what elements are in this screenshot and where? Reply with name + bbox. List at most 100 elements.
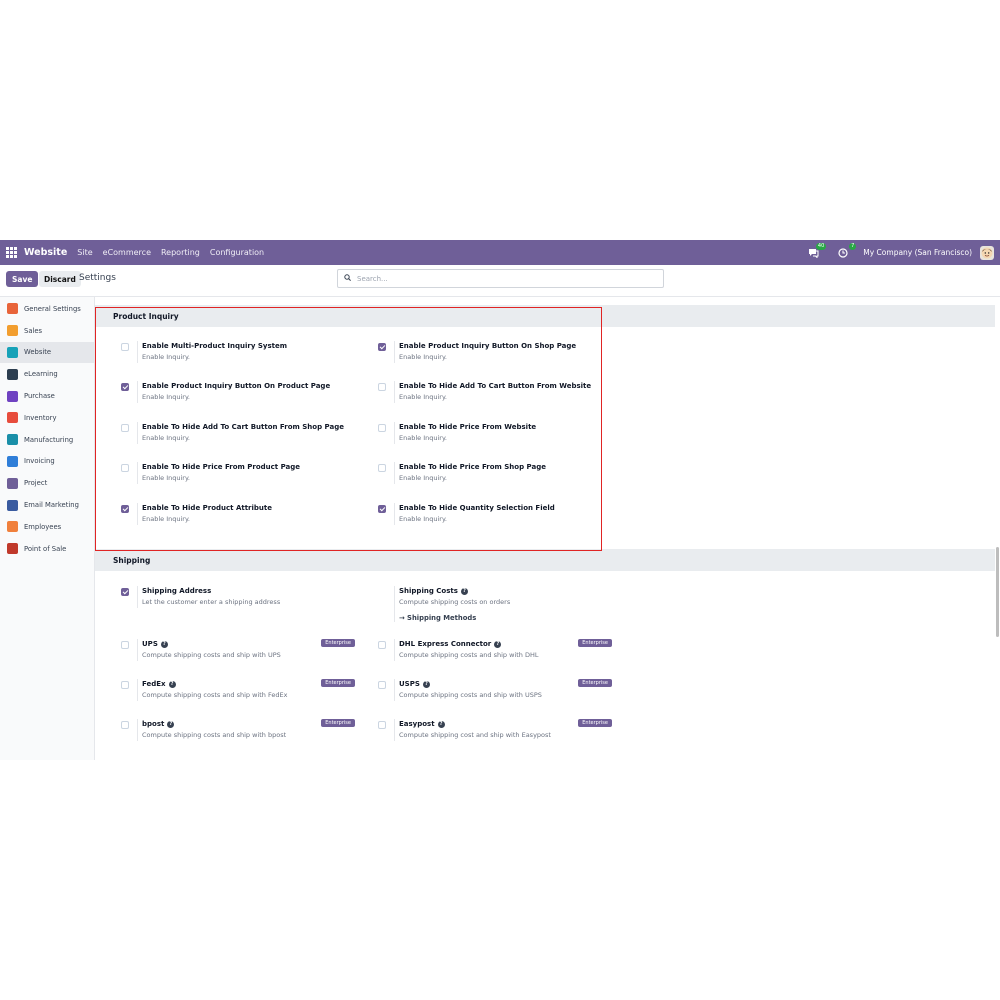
shipping-methods-link[interactable]: → Shipping Methods: [399, 614, 619, 622]
sidebar-item-email-marketing[interactable]: Email Marketing: [0, 494, 94, 516]
sidebar-item-label: Email Marketing: [24, 501, 79, 510]
manufacturing-app-icon: [7, 434, 18, 446]
setting-checkbox[interactable]: [378, 343, 386, 351]
setting-description: Compute shipping costs and ship with UPS: [142, 651, 281, 659]
help-icon[interactable]: ?: [494, 640, 502, 648]
apps-grid-icon[interactable]: [6, 246, 18, 259]
setting-checkbox[interactable]: [121, 343, 129, 351]
sidebar-item-invoicing[interactable]: Invoicing: [0, 451, 94, 473]
setting-checkbox[interactable]: [378, 721, 386, 730]
setting-description: Enable Inquiry.: [399, 474, 447, 483]
search-icon: [344, 274, 351, 283]
setting-description: Compute shipping costs and ship with USP…: [399, 691, 542, 700]
setting-checkbox[interactable]: [378, 383, 386, 392]
setting-description: Enable Inquiry.: [142, 474, 190, 483]
sidebar-item-purchase[interactable]: Purchase: [0, 385, 94, 407]
sales-app-icon: [7, 325, 18, 337]
setting-label: Shipping Address: [142, 587, 212, 595]
website-app-icon: [7, 346, 18, 358]
section-product-inquiry-title: Product Inquiry: [95, 305, 996, 327]
setting-label: Enable To Hide Add To Cart Button From W…: [399, 382, 592, 391]
help-icon[interactable]: ?: [160, 640, 168, 648]
setting-description: Enable Inquiry.: [142, 353, 190, 361]
setting-description: Compute shipping costs on orders: [399, 598, 511, 606]
setting-label: Enable To Hide Price From Website: [399, 422, 537, 431]
setting-label: Enable To Hide Quantity Selection Field: [399, 503, 555, 512]
help-icon[interactable]: ?: [437, 720, 445, 728]
setting-description: Compute shipping costs and ship with DHL: [399, 651, 539, 659]
odoo-app: Website Site eCommerce Reporting Configu…: [0, 240, 1000, 760]
menu-reporting[interactable]: Reporting: [161, 248, 200, 257]
menu-site[interactable]: Site: [77, 248, 92, 257]
setting-checkbox[interactable]: [378, 423, 386, 432]
setting-checkbox[interactable]: [121, 641, 129, 649]
setting-checkbox[interactable]: [378, 464, 386, 473]
sidebar-item-sales[interactable]: Sales: [0, 320, 94, 342]
setting-label: Easypost: [399, 720, 435, 729]
sidebar-item-inventory[interactable]: Inventory: [0, 407, 94, 429]
sidebar-item-label: Purchase: [24, 392, 55, 401]
chat-icon[interactable]: 40: [807, 242, 827, 259]
sidebar-item-label: eLearning: [24, 370, 58, 379]
sidebar-item-manufacturing[interactable]: Manufacturing: [0, 429, 94, 451]
setting-checkbox[interactable]: [378, 504, 386, 513]
user-avatar[interactable]: [980, 245, 994, 260]
top-navbar: Website Site eCommerce Reporting Configu…: [0, 240, 1000, 265]
discard-button[interactable]: Discard: [39, 271, 81, 287]
sidebar-item-label: Invoicing: [24, 457, 55, 466]
employees-app-icon: [7, 521, 18, 533]
setting-label: Enable Product Inquiry Button On Shop Pa…: [399, 342, 577, 350]
setting-description: Compute shipping cost and ship with Easy…: [399, 731, 551, 740]
setting-label: USPS: [399, 680, 420, 689]
setting-checkbox[interactable]: [121, 383, 129, 392]
setting-label: DHL Express Connector: [399, 640, 492, 648]
setting-description: Enable Inquiry.: [399, 514, 447, 523]
setting-checkbox[interactable]: [121, 681, 129, 690]
shipping-address-checkbox[interactable]: [121, 588, 129, 596]
menu-ecommerce[interactable]: eCommerce: [103, 248, 151, 257]
sidebar-item-elearning[interactable]: eLearning: [0, 363, 94, 385]
setting-description: Compute shipping costs and ship with bpo…: [142, 731, 287, 740]
help-icon[interactable]: ?: [168, 680, 176, 688]
enterprise-badge: Enterprise: [321, 679, 355, 688]
help-icon[interactable]: ?: [167, 720, 175, 728]
sidebar-item-general-settings[interactable]: General Settings: [0, 298, 94, 320]
help-icon[interactable]: ?: [422, 680, 430, 688]
save-button[interactable]: Save: [6, 271, 39, 287]
sidebar-item-website[interactable]: Website: [0, 341, 94, 364]
setting-checkbox[interactable]: [121, 423, 129, 432]
enterprise-badge: Enterprise: [578, 639, 612, 647]
purchase-app-icon: [7, 390, 18, 402]
setting-label: Enable To Hide Price From Shop Page: [399, 463, 546, 472]
enterprise-badge: Enterprise: [321, 719, 355, 728]
setting-checkbox[interactable]: [121, 464, 129, 473]
sidebar-item-label: Manufacturing: [24, 435, 74, 444]
top-menu: Site eCommerce Reporting Configuration: [77, 248, 264, 257]
invoicing-app-icon: [7, 455, 18, 467]
settings-main: Product Inquiry Enable Multi-Product Inq…: [95, 297, 1000, 760]
setting-label: FedEx: [142, 680, 166, 689]
menu-configuration[interactable]: Configuration: [210, 248, 264, 257]
sidebar-item-point-of-sale[interactable]: Point of Sale: [0, 538, 94, 560]
app-brand[interactable]: Website: [24, 247, 67, 258]
setting-label: Enable To Hide Add To Cart Button From S…: [142, 422, 344, 431]
sidebar-item-employees[interactable]: Employees: [0, 516, 94, 538]
settings-sidebar: General Settings Sales Website eLearning Pur…: [0, 297, 95, 760]
setting-checkbox[interactable]: [121, 721, 129, 730]
sidebar-item-project[interactable]: Project: [0, 472, 94, 494]
setting-label: Shipping Costs: [399, 587, 458, 595]
scrollbar-thumb[interactable]: [996, 547, 999, 637]
help-icon[interactable]: ?: [460, 587, 468, 595]
setting-checkbox[interactable]: [378, 641, 386, 649]
scrollbar[interactable]: [995, 297, 1000, 760]
sidebar-item-label: Inventory: [24, 413, 57, 422]
sidebar-item-label: Employees: [24, 522, 62, 531]
activity-clock-icon[interactable]: 7: [837, 242, 857, 259]
setting-checkbox[interactable]: [121, 504, 129, 513]
company-switcher[interactable]: My Company (San Francisco): [863, 248, 972, 257]
search-input[interactable]: Search...: [337, 269, 664, 288]
setting-description: Compute shipping costs and ship with Fed…: [142, 691, 288, 700]
control-panel: Save Discard Settings Search...: [0, 265, 1000, 297]
setting-checkbox[interactable]: [378, 681, 386, 690]
section-shipping-title: Shipping: [95, 549, 996, 571]
